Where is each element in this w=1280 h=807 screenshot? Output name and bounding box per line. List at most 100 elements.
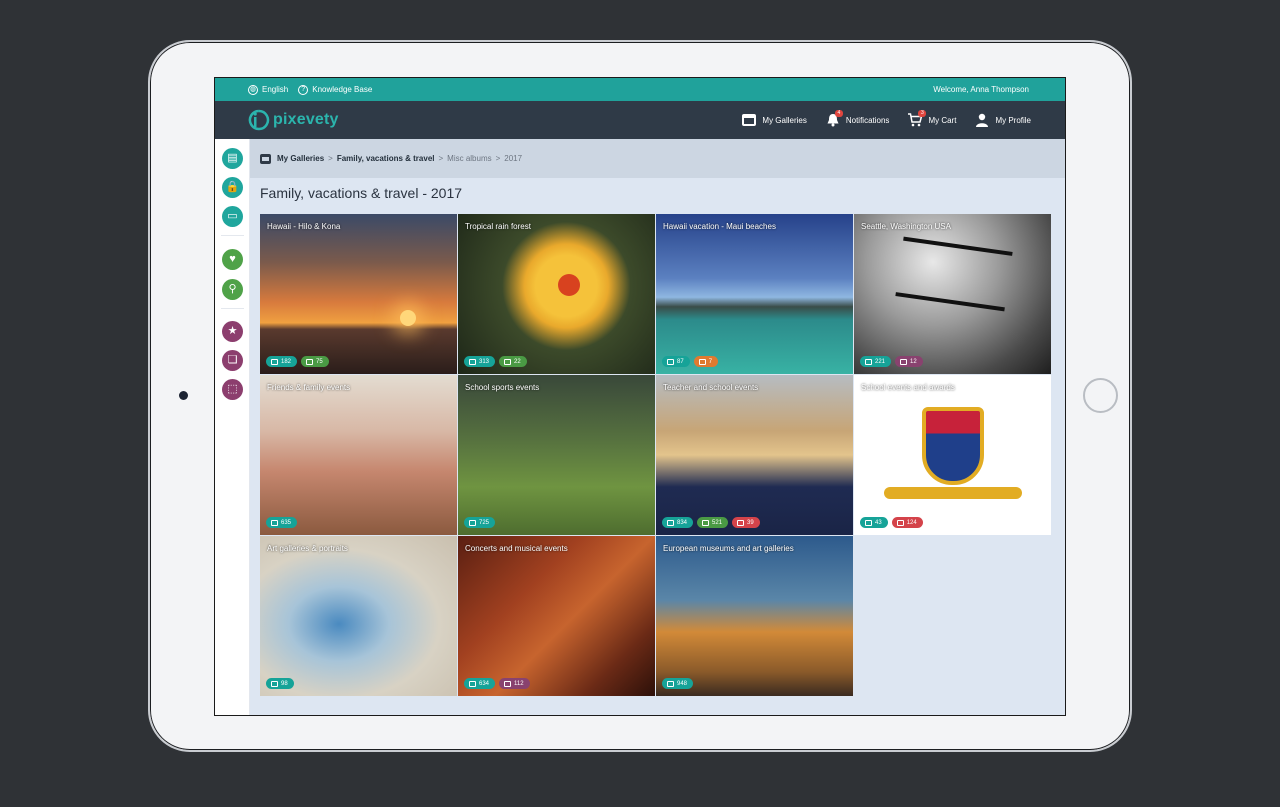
sidebar-shared-button[interactable]: ❏ bbox=[222, 350, 243, 371]
breadcrumb-current: 2017 bbox=[504, 154, 523, 163]
language-selector[interactable]: ◍ English bbox=[248, 84, 289, 95]
sidebar-search-button[interactable]: ⚲ bbox=[222, 279, 243, 300]
album-tile[interactable]: Teacher and school events 834 521 39 bbox=[656, 375, 853, 535]
album-tile[interactable]: Friends & family events 635 bbox=[260, 375, 457, 535]
photo-icon bbox=[667, 358, 674, 365]
album-grid: Hawaii - Hilo & Kona 182 75 Tropical rai… bbox=[260, 214, 1052, 696]
document-count-badge: 39 bbox=[732, 517, 760, 528]
photo-icon bbox=[469, 680, 476, 687]
cart-badge: 3 bbox=[918, 110, 927, 117]
audio-icon bbox=[900, 358, 908, 365]
book-count: 7 bbox=[708, 358, 713, 365]
photo-icon bbox=[271, 519, 278, 526]
video-icon bbox=[504, 358, 512, 365]
audio-count: 112 bbox=[514, 680, 524, 687]
breadcrumb-link[interactable]: My Galleries bbox=[277, 154, 324, 163]
video-icon bbox=[702, 519, 710, 526]
document-count: 124 bbox=[906, 519, 917, 526]
photo-count-badge: 635 bbox=[266, 517, 298, 528]
audio-count: 12 bbox=[910, 358, 917, 365]
globe-icon: ◍ bbox=[248, 84, 258, 95]
photo-count: 43 bbox=[875, 519, 882, 526]
welcome-text: Welcome, Anna Thompson bbox=[933, 85, 1029, 94]
brand-logo[interactable]: pixevety bbox=[248, 109, 339, 131]
nav-my-cart[interactable]: 3 My Cart bbox=[907, 110, 956, 127]
photo-icon bbox=[469, 358, 476, 365]
notifications-badge: 4 bbox=[834, 110, 843, 117]
album-tile[interactable]: European museums and art galleries 948 bbox=[656, 536, 853, 696]
video-count: 521 bbox=[712, 519, 723, 526]
video-count-badge: 521 bbox=[697, 517, 729, 528]
nav-my-galleries[interactable]: My Galleries bbox=[741, 113, 807, 127]
photo-icon bbox=[271, 680, 278, 687]
main-navbar: pixevety My Galleries 4 Notifications 3 … bbox=[215, 101, 1065, 139]
document-icon bbox=[737, 519, 745, 526]
sidebar-galleries-button[interactable]: ▤ bbox=[222, 148, 243, 169]
stack-icon: ❏ bbox=[227, 354, 238, 366]
album-tile[interactable]: School sports events 725 bbox=[458, 375, 655, 535]
breadcrumb-separator: > bbox=[438, 154, 444, 163]
album-tile[interactable]: School events and awards 43 124 bbox=[854, 375, 1051, 535]
sidebar-private-button[interactable]: 🔒 bbox=[222, 177, 243, 198]
breadcrumb-separator: > bbox=[495, 154, 501, 163]
album-tile[interactable]: Art galleries & portraits 98 bbox=[260, 536, 457, 696]
album-tile[interactable]: Concerts and musical events 634 112 bbox=[458, 536, 655, 696]
nav-my-profile[interactable]: My Profile bbox=[974, 113, 1031, 127]
nav-notifications[interactable]: 4 Notifications bbox=[825, 110, 889, 127]
gallery-icon: ▤ bbox=[227, 152, 238, 164]
folder-icon: ▭ bbox=[227, 210, 238, 222]
document-icon bbox=[896, 519, 904, 526]
album-title: Concerts and musical events bbox=[465, 544, 568, 553]
album-title: Seattle, Washington USA bbox=[861, 222, 951, 231]
breadcrumb-link[interactable]: Family, vacations & travel bbox=[337, 154, 435, 163]
album-tile[interactable]: Hawaii - Hilo & Kona 182 75 bbox=[260, 214, 457, 374]
gallery-icon bbox=[742, 114, 757, 126]
album-title: School events and awards bbox=[861, 383, 955, 392]
nav-my-galleries-label: My Galleries bbox=[762, 115, 807, 125]
photo-count: 98 bbox=[281, 680, 288, 687]
video-count-badge: 75 bbox=[301, 356, 329, 367]
photo-count: 634 bbox=[479, 680, 490, 687]
sidebar-folders-button[interactable]: ▭ bbox=[222, 206, 243, 227]
audio-icon bbox=[504, 680, 512, 687]
document-count-badge: 124 bbox=[891, 517, 923, 528]
photo-count-badge: 98 bbox=[266, 678, 294, 689]
box-icon: ⬚ bbox=[227, 383, 238, 395]
photo-icon bbox=[667, 519, 674, 526]
knowledge-base-link[interactable]: ? Knowledge Base bbox=[298, 84, 372, 95]
sidebar-starred-button[interactable]: ★ bbox=[222, 321, 243, 342]
photo-icon bbox=[271, 358, 278, 365]
sidebar-divider bbox=[221, 308, 244, 309]
album-tile[interactable]: Hawaii vacation - Maui beaches 87 7 bbox=[656, 214, 853, 374]
sunset-art bbox=[400, 310, 416, 326]
album-tile[interactable]: Tropical rain forest 313 22 bbox=[458, 214, 655, 374]
album-tile[interactable]: Seattle, Washington USA 221 12 bbox=[854, 214, 1051, 374]
photo-count: 87 bbox=[677, 358, 684, 365]
album-title: Art galleries & portraits bbox=[267, 544, 348, 553]
book-count-badge: 7 bbox=[693, 356, 719, 367]
nav-my-profile-label: My Profile bbox=[995, 115, 1031, 125]
album-title: Hawaii - Hilo & Kona bbox=[267, 222, 341, 231]
album-title: Hawaii vacation - Maui beaches bbox=[663, 222, 776, 231]
sidebar-packages-button[interactable]: ⬚ bbox=[222, 379, 243, 400]
heart-icon: ♥ bbox=[229, 253, 236, 265]
photo-count: 834 bbox=[677, 519, 688, 526]
video-icon bbox=[306, 358, 314, 365]
video-count: 75 bbox=[316, 358, 323, 365]
gallery-icon bbox=[260, 153, 271, 164]
audio-count-badge: 112 bbox=[499, 678, 530, 689]
user-icon bbox=[976, 113, 989, 127]
search-icon: ⚲ bbox=[228, 283, 237, 295]
photo-count-badge: 725 bbox=[464, 517, 496, 528]
photo-count-badge: 634 bbox=[464, 678, 496, 689]
video-count-badge: 22 bbox=[499, 356, 527, 367]
photo-count-badge: 87 bbox=[662, 356, 690, 367]
breadcrumb-separator: > bbox=[328, 154, 333, 163]
sidebar-favorites-button[interactable]: ♥ bbox=[222, 249, 243, 270]
language-label: English bbox=[262, 85, 289, 94]
breadcrumb-link[interactable]: Misc albums bbox=[447, 154, 491, 163]
book-icon bbox=[698, 358, 706, 365]
help-icon: ? bbox=[298, 84, 309, 95]
lock-icon: 🔒 bbox=[225, 181, 240, 193]
photo-icon bbox=[667, 680, 674, 687]
